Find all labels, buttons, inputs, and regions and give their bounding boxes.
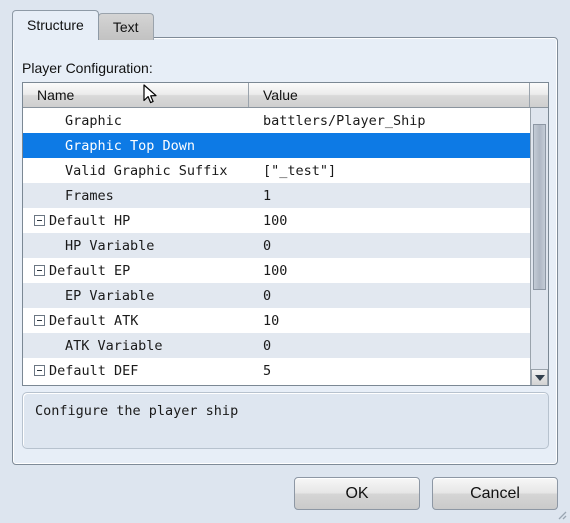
table-row[interactable]: HP Variable 0 [23,233,548,258]
minus-box-icon[interactable] [34,365,45,376]
row-name-cell: Default HP [23,213,249,229]
row-value-cell[interactable]: 0 [249,238,548,254]
row-name-cell: Graphic [23,113,249,129]
ok-button[interactable]: OK [294,477,420,510]
row-value-cell[interactable]: ["_test"] [249,163,548,179]
tab-text[interactable]: Text [97,13,154,40]
tree-header-row: Name Value [23,83,548,108]
table-row[interactable]: Default HP 100 [23,208,548,233]
column-header-name[interactable]: Name [23,83,249,107]
table-row[interactable]: Valid Graphic Suffix ["_test"] [23,158,548,183]
row-name-label: Default ATK [49,312,139,329]
row-name-cell: HP Variable [23,238,249,254]
row-name-cell: EP Variable [23,288,249,304]
description-panel: Configure the player ship [22,392,549,449]
tab-structure-label: Structure [27,17,84,33]
scrollbar-thumb[interactable] [533,124,546,290]
row-value-cell[interactable]: battlers/Player_Ship [249,113,548,129]
table-row[interactable]: Frames 1 [23,183,548,208]
row-name-cell: Graphic Top Down [23,138,249,154]
row-name-cell: Valid Graphic Suffix [23,163,249,179]
row-name-cell: Default ATK [23,313,249,329]
table-row[interactable]: EP Variable 0 [23,283,548,308]
table-row[interactable]: Graphic battlers/Player_Ship [23,108,548,133]
row-name-label: Default DEF [49,362,139,379]
minus-box-icon[interactable] [34,265,45,276]
row-value-cell[interactable]: 0 [249,288,548,304]
vertical-scrollbar[interactable] [530,108,548,385]
section-label: Player Configuration: [22,60,153,76]
table-row[interactable]: ATK Variable 0 [23,333,548,358]
row-name-label: Valid Graphic Suffix [65,162,228,179]
row-value-cell[interactable]: 1 [249,188,548,204]
row-name-label: Default HP [49,212,131,229]
description-text: Configure the player ship [35,403,239,419]
header-corner [529,83,548,107]
row-value-cell[interactable]: 5 [249,363,548,379]
tab-strip: Structure Text [12,8,154,40]
minus-box-icon[interactable] [34,215,45,226]
row-name-label: Graphic Top Down [65,137,196,154]
minus-box-icon[interactable] [34,315,45,326]
tree-body: Graphic battlers/Player_Ship Graphic Top D… [23,108,548,385]
dialog-button-bar: OK Cancel [294,477,558,510]
row-name-cell: Default EP [23,263,249,279]
column-header-value[interactable]: Value [249,83,529,107]
table-row[interactable]: Graphic Top Down [23,133,548,158]
row-value-cell[interactable]: 10 [249,313,548,329]
table-row[interactable]: Default ATK 10 [23,308,548,333]
table-row[interactable]: Default EP 100 [23,258,548,283]
tab-structure[interactable]: Structure [12,10,99,40]
row-value-cell[interactable]: 100 [249,213,548,229]
scroll-down-button[interactable] [531,369,548,385]
row-value-cell[interactable]: 100 [249,263,548,279]
row-name-cell: ATK Variable [23,338,249,354]
row-name-label: ATK Variable [65,337,163,354]
row-name-cell: Default DEF [23,363,249,379]
resize-grip-icon[interactable] [555,508,567,520]
cancel-button[interactable]: Cancel [432,477,558,510]
row-value-cell[interactable]: 0 [249,338,548,354]
triangle-down-icon [534,374,545,381]
row-name-label: Graphic [65,112,122,129]
row-name-label: EP Variable [65,287,155,304]
row-name-cell: Frames [23,188,249,204]
tab-text-label: Text [112,19,139,35]
table-row[interactable]: Default DEF 5 [23,358,548,383]
row-name-label: Frames [65,187,114,204]
row-name-label: HP Variable [65,237,155,254]
property-tree: Name Value Graphic battlers/Player_Ship Gr… [22,82,549,386]
row-name-label: Default EP [49,262,131,279]
